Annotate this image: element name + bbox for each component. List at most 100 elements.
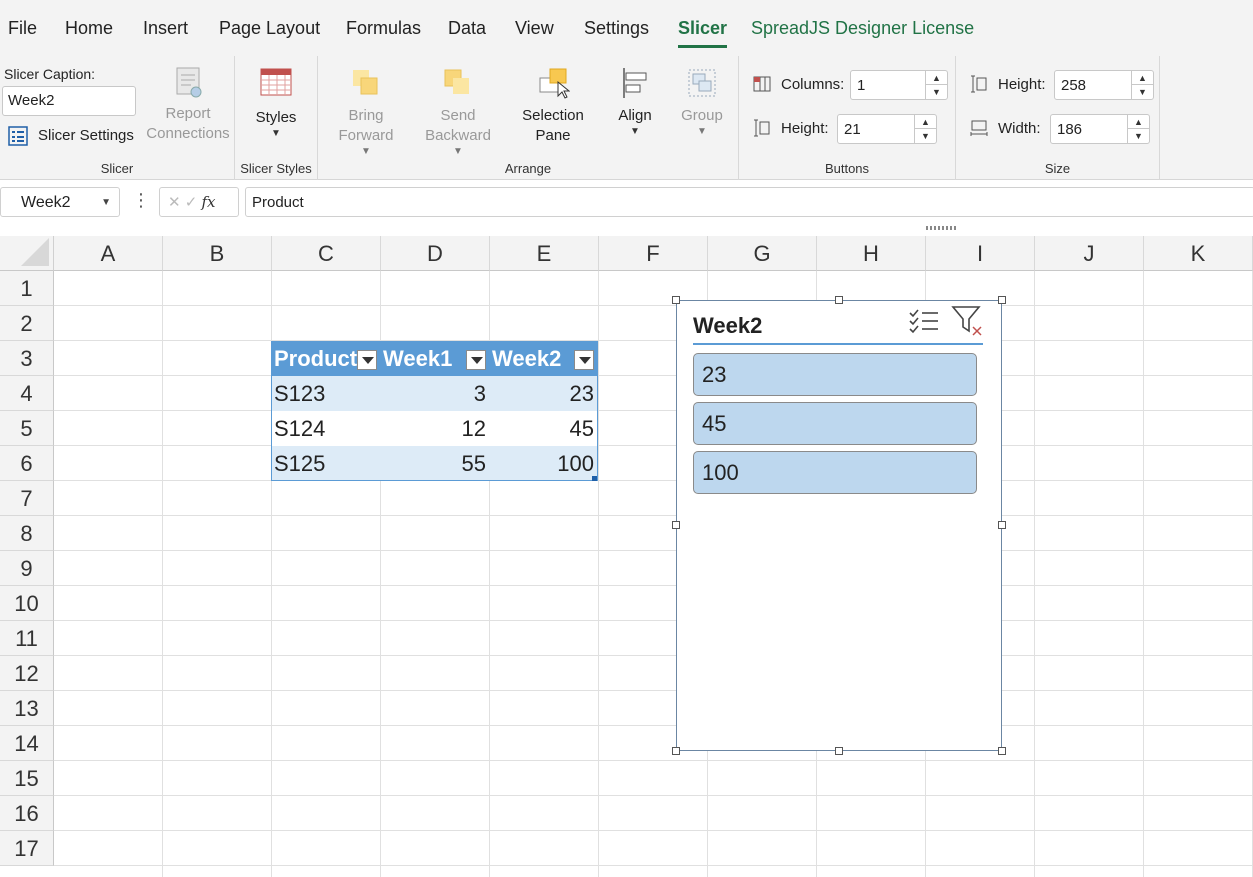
row-header[interactable]: 2	[0, 306, 54, 341]
spin-down-icon[interactable]: ▼	[1132, 85, 1153, 99]
filter-dropdown-icon[interactable]	[357, 350, 377, 370]
column-header[interactable]: I	[926, 236, 1035, 271]
table-cell[interactable]: 55	[380, 446, 489, 481]
send-backward-button[interactable]: Send Backward ▼	[420, 66, 496, 158]
table-cell[interactable]: 45	[489, 411, 597, 446]
tab-data[interactable]: Data	[448, 18, 486, 39]
table-cell[interactable]: S124	[271, 411, 380, 446]
formula-bar: Week2 ▼ ⋮ ✕ ✓ fx Product	[0, 180, 1253, 236]
resize-handle[interactable]	[672, 747, 680, 755]
tab-slicer[interactable]: Slicer	[678, 18, 728, 48]
chevron-down-icon[interactable]: ▼	[101, 197, 111, 208]
resize-handle[interactable]	[998, 747, 1006, 755]
table-cell[interactable]: 3	[380, 376, 489, 411]
resize-grip-icon[interactable]	[926, 226, 956, 230]
row-header[interactable]: 1	[0, 271, 54, 306]
shape-width-value: 186	[1057, 121, 1083, 138]
spin-up-icon[interactable]: ▲	[926, 71, 947, 85]
table-resize-handle[interactable]	[592, 476, 597, 481]
row-header[interactable]: 11	[0, 621, 54, 656]
selection-pane-button[interactable]: Selection Pane	[514, 66, 592, 146]
row-header[interactable]: 5	[0, 411, 54, 446]
tab-home[interactable]: Home	[65, 18, 113, 39]
filter-dropdown-icon[interactable]	[466, 350, 486, 370]
column-header[interactable]: A	[54, 236, 163, 271]
table-cell[interactable]: 12	[380, 411, 489, 446]
column-header[interactable]: C	[272, 236, 381, 271]
column-header[interactable]: K	[1144, 236, 1253, 271]
styles-button[interactable]: Styles ▼	[245, 66, 307, 140]
spin-up-icon[interactable]: ▲	[915, 115, 936, 129]
row-header[interactable]: 14	[0, 726, 54, 761]
slicer-settings-button[interactable]: Slicer Settings	[38, 127, 134, 144]
table-cell[interactable]: S125	[271, 446, 380, 481]
button-height-stepper[interactable]: 21 ▲ ▼	[837, 114, 937, 144]
row-header[interactable]: 16	[0, 796, 54, 831]
row-header[interactable]: 15	[0, 761, 54, 796]
table-cell[interactable]: S123	[271, 376, 380, 411]
slicer-item[interactable]: 100	[693, 451, 977, 494]
tab-page-layout[interactable]: Page Layout	[219, 18, 320, 39]
row-header[interactable]: 13	[0, 691, 54, 726]
more-options-icon[interactable]: ⋮	[132, 190, 150, 211]
row-header[interactable]: 9	[0, 551, 54, 586]
cancel-icon[interactable]: ✕	[168, 194, 181, 211]
spin-up-icon[interactable]: ▲	[1132, 71, 1153, 85]
columns-stepper[interactable]: 1 ▲ ▼	[850, 70, 948, 100]
shape-width-stepper[interactable]: 186 ▲ ▼	[1050, 114, 1150, 144]
clear-filter-icon[interactable]	[951, 305, 983, 337]
tab-view[interactable]: View	[515, 18, 554, 39]
slicer-item[interactable]: 23	[693, 353, 977, 396]
spin-down-icon[interactable]: ▼	[926, 85, 947, 99]
slicer-caption-input[interactable]: Week2	[2, 86, 136, 116]
gridline	[54, 585, 1253, 586]
select-all-corner[interactable]	[0, 236, 54, 271]
resize-handle[interactable]	[835, 747, 843, 755]
resize-handle[interactable]	[835, 296, 843, 304]
spin-up-icon[interactable]: ▲	[1128, 115, 1149, 129]
name-box[interactable]: Week2 ▼	[0, 187, 120, 217]
spin-down-icon[interactable]: ▼	[1128, 129, 1149, 143]
table-cell[interactable]: 23	[489, 376, 597, 411]
column-header[interactable]: G	[708, 236, 817, 271]
align-button[interactable]: Align ▼	[610, 66, 660, 138]
bring-forward-button[interactable]: Bring Forward ▼	[330, 66, 402, 158]
column-header[interactable]: B	[163, 236, 272, 271]
column-header[interactable]: E	[490, 236, 599, 271]
confirm-icon[interactable]: ✓	[185, 194, 198, 211]
row-header[interactable]: 12	[0, 656, 54, 691]
column-header[interactable]: H	[817, 236, 926, 271]
tab-formulas[interactable]: Formulas	[346, 18, 421, 39]
row-header[interactable]: 10	[0, 586, 54, 621]
row-header[interactable]: 17	[0, 831, 54, 866]
column-header[interactable]: F	[599, 236, 708, 271]
filter-dropdown-icon[interactable]	[574, 350, 594, 370]
formula-input[interactable]: Product	[245, 187, 1253, 217]
slicer-settings-icon[interactable]	[8, 126, 28, 146]
column-header[interactable]: J	[1035, 236, 1144, 271]
resize-handle[interactable]	[998, 521, 1006, 529]
row-header[interactable]: 6	[0, 446, 54, 481]
report-connections-button[interactable]: Report Connections	[146, 66, 230, 144]
fx-icon[interactable]: fx	[202, 193, 216, 211]
group-button[interactable]: Group ▼	[674, 66, 730, 138]
tab-file[interactable]: File	[8, 18, 37, 39]
column-header[interactable]: D	[381, 236, 490, 271]
tab-insert[interactable]: Insert	[143, 18, 188, 39]
resize-handle[interactable]	[998, 296, 1006, 304]
tab-settings[interactable]: Settings	[584, 18, 649, 39]
row-header[interactable]: 8	[0, 516, 54, 551]
shape-height-stepper[interactable]: 258 ▲ ▼	[1054, 70, 1154, 100]
spin-down-icon[interactable]: ▼	[915, 129, 936, 143]
spreadsheet-grid[interactable]: ABCDEFGHIJK 1 2 3 4 5 6 7 8 9 10 11 12 13 14 15 16 17 Pr…	[0, 236, 1253, 877]
resize-handle[interactable]	[672, 296, 680, 304]
row-header[interactable]: 3	[0, 341, 54, 376]
slicer-item[interactable]: 45	[693, 402, 977, 445]
resize-handle[interactable]	[672, 521, 680, 529]
multi-select-icon[interactable]	[909, 307, 939, 335]
row-header[interactable]: 7	[0, 481, 54, 516]
tab-designer-license[interactable]: SpreadJS Designer License	[751, 18, 974, 39]
table-cell[interactable]: 100	[489, 446, 597, 481]
slicer-week2[interactable]: Week2 23 45 100	[676, 300, 1002, 751]
row-header[interactable]: 4	[0, 376, 54, 411]
